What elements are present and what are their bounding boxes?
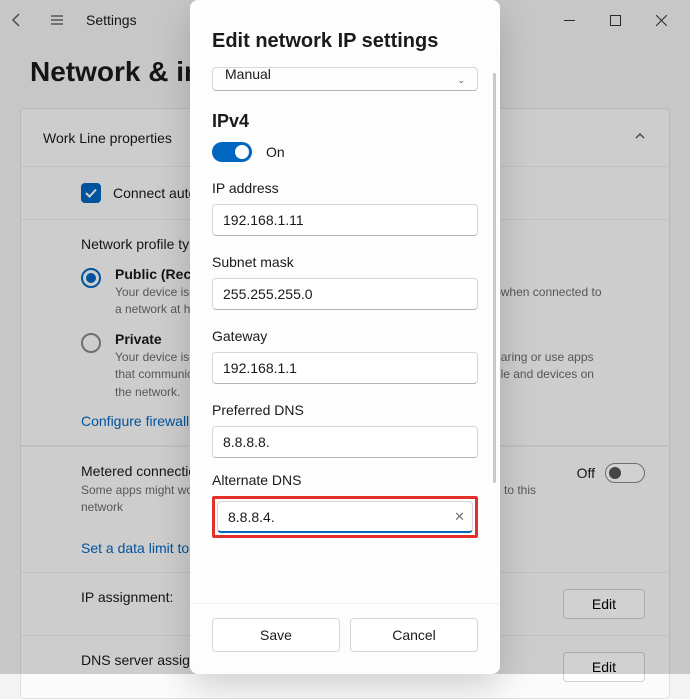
chevron-down-icon: ⌄ [457, 75, 465, 86]
dns1-label: Preferred DNS [212, 402, 478, 418]
save-button[interactable]: Save [212, 618, 340, 652]
modal-title: Edit network IP settings [190, 0, 500, 67]
gateway-label: Gateway [212, 328, 478, 344]
ipv4-toggle[interactable] [212, 142, 252, 162]
cancel-button[interactable]: Cancel [350, 618, 478, 652]
ipv4-toggle-label: On [266, 144, 285, 160]
dns2-input[interactable]: 8.8.8.4. [217, 501, 473, 533]
mode-value: Manual [225, 67, 271, 82]
ip-input[interactable]: 192.168.1.11 [212, 204, 478, 236]
ipv4-heading: IPv4 [212, 111, 478, 132]
clear-input-icon[interactable]: ✕ [454, 509, 465, 525]
scrollbar[interactable] [493, 73, 496, 483]
dns1-input[interactable]: 8.8.8.8. [212, 426, 478, 458]
gateway-input[interactable]: 192.168.1.1 [212, 352, 478, 384]
dns2-label: Alternate DNS [212, 472, 478, 488]
mode-select[interactable]: Manual ⌄ [212, 67, 478, 91]
dns2-highlight: 8.8.8.4. ✕ [212, 496, 478, 538]
subnet-input[interactable]: 255.255.255.0 [212, 278, 478, 310]
subnet-label: Subnet mask [212, 254, 478, 270]
edit-ip-modal: Edit network IP settings Manual ⌄ IPv4 O… [190, 0, 500, 674]
ip-label: IP address [212, 180, 478, 196]
